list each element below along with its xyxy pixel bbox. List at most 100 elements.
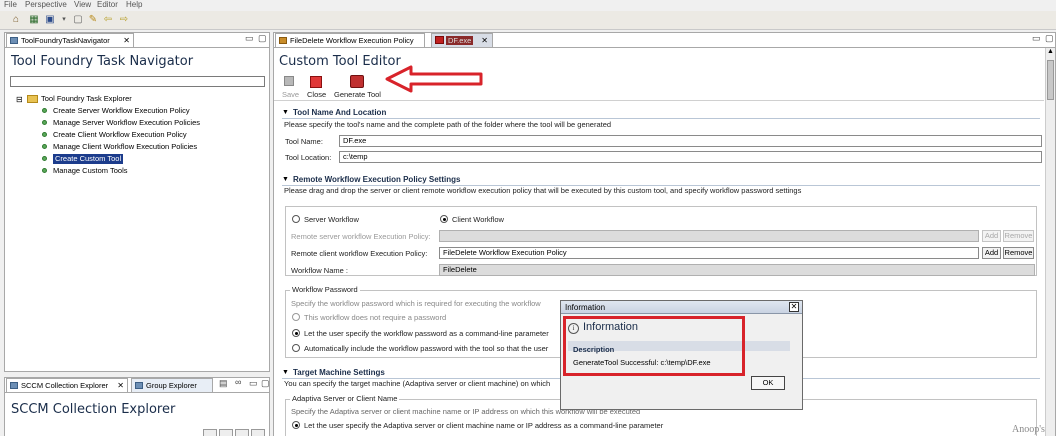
save-button[interactable] — [282, 75, 296, 89]
tab-label: ToolFoundryTaskNavigator — [21, 36, 110, 45]
tree-item[interactable]: Manage Client Workflow Execution Policie… — [53, 142, 197, 152]
folder-icon — [27, 95, 38, 103]
divider — [274, 47, 1055, 48]
menu-perspective[interactable]: Perspective — [25, 0, 67, 10]
tree-item[interactable]: Manage Server Workflow Execution Policie… — [53, 118, 200, 128]
include-password-radio[interactable] — [292, 344, 300, 352]
client-workflow-radio[interactable] — [440, 215, 448, 223]
tab-filedelete-policy[interactable]: FileDelete Workflow Execution Policy — [275, 33, 425, 47]
save-label: Save — [282, 90, 300, 99]
view-menu-icon[interactable]: ▤ — [219, 378, 228, 389]
include-password-label: Automatically include the workflow passw… — [304, 344, 549, 353]
minimize-icon[interactable]: ▭ — [1032, 33, 1041, 44]
close-label: Close — [307, 90, 327, 99]
pencil-icon[interactable]: ✎ — [87, 14, 99, 26]
section-title-target-machine: Target Machine Settings — [293, 368, 385, 377]
maximize-icon[interactable]: ▢ — [1045, 33, 1054, 44]
user-password-radio[interactable] — [292, 329, 300, 337]
client-remove-button[interactable]: Remove — [1003, 247, 1034, 259]
user-target-radio[interactable] — [292, 421, 300, 429]
menu-file[interactable]: File — [4, 0, 17, 10]
minimize-icon[interactable]: ▭ — [245, 33, 254, 44]
divider — [5, 47, 269, 48]
target-machine-title: Adaptiva Server or Client Name — [290, 394, 400, 403]
toolbar-button[interactable] — [203, 429, 217, 436]
tree-item[interactable]: Create Client Workflow Execution Policy — [53, 130, 187, 140]
close-icon[interactable]: ✕ — [481, 34, 488, 47]
tab-df-exe[interactable]: DF.exe ✕ — [431, 33, 493, 47]
client-policy-label: Remote client workflow Execution Policy: — [291, 249, 428, 258]
client-add-button[interactable]: Add — [982, 247, 1001, 259]
menu-help[interactable]: Help — [126, 0, 142, 10]
collapse-icon[interactable]: ⊟ — [16, 95, 23, 104]
workflow-password-title: Workflow Password — [290, 285, 360, 294]
server-remove-button[interactable]: Remove — [1003, 230, 1034, 242]
menu-view[interactable]: View — [74, 0, 91, 10]
maximize-icon[interactable]: ▢ — [258, 33, 267, 44]
tree-root[interactable]: Tool Foundry Task Explorer — [41, 94, 132, 104]
tree-item-icon — [42, 132, 47, 137]
annotation-arrow — [385, 65, 483, 93]
user-password-label: Let the user specify the workflow passwo… — [304, 329, 549, 338]
tree-item-icon — [42, 144, 47, 149]
section-toggle-icon[interactable]: ▼ — [282, 176, 289, 183]
section-title-tool-name: Tool Name And Location — [293, 108, 387, 117]
section-description: Please drag and drop the server or clien… — [284, 186, 802, 195]
ok-button[interactable]: OK — [751, 376, 785, 390]
no-password-radio[interactable] — [292, 313, 300, 321]
server-policy-label: Remote server workflow Execution Policy: — [291, 232, 431, 241]
sccm-collection-panel: SCCM Collection Explorer ✕ Group Explore… — [4, 377, 270, 436]
server-policy-input[interactable] — [439, 230, 979, 242]
client-policy-input[interactable]: FileDelete Workflow Execution Policy — [439, 247, 979, 259]
workflow-name-input[interactable]: FileDelete — [439, 264, 1035, 276]
server-workflow-label: Server Workflow — [304, 215, 359, 224]
generate-tool-button[interactable] — [350, 75, 364, 88]
section-toggle-icon[interactable]: ▼ — [282, 369, 289, 376]
tab-label: Group Explorer — [146, 381, 197, 390]
maximize-icon[interactable]: ▢ — [261, 378, 270, 389]
tab-group-explorer[interactable]: Group Explorer — [131, 378, 213, 392]
close-button[interactable] — [310, 76, 322, 88]
tab-sccm-collection-explorer[interactable]: SCCM Collection Explorer ✕ — [6, 378, 128, 392]
back-arrow-icon[interactable]: ⇦ — [102, 14, 114, 26]
close-icon[interactable]: ✕ — [117, 379, 124, 392]
tree-item[interactable]: Create Server Workflow Execution Policy — [53, 106, 190, 116]
tool-location-input[interactable]: c:\temp — [339, 151, 1042, 163]
close-icon[interactable]: ✕ — [789, 302, 799, 312]
tool-name-input[interactable]: DF.exe — [339, 135, 1042, 147]
tool-name-label: Tool Name: — [285, 137, 323, 146]
navigator-tab-icon — [10, 37, 18, 44]
scroll-up-icon[interactable]: ▲ — [1047, 48, 1054, 55]
tool-tab-icon — [435, 36, 444, 44]
save-icon — [284, 76, 294, 86]
forward-arrow-icon[interactable]: ⇨ — [118, 14, 130, 26]
divider — [282, 118, 1040, 119]
vertical-scrollbar[interactable]: ▲ — [1045, 48, 1055, 436]
dropdown-icon[interactable]: ▾ — [58, 14, 70, 26]
server-workflow-radio[interactable] — [292, 215, 300, 223]
scroll-thumb[interactable] — [1047, 60, 1054, 100]
dialog-titlebar[interactable]: Information ✕ — [561, 301, 802, 314]
filter-input[interactable] — [10, 76, 265, 87]
tree-item[interactable]: Manage Custom Tools — [53, 166, 127, 176]
tree-item-icon — [42, 120, 47, 125]
minimize-icon[interactable]: ▭ — [249, 378, 258, 389]
main-toolbar: ⌂ ▦ ▣ ▾ ▢ ✎ ⇦ ⇨ — [0, 11, 1056, 30]
window-icon[interactable]: ▣ — [44, 14, 56, 26]
tab-label: DF.exe — [446, 36, 474, 45]
grid-icon[interactable]: ▦ — [28, 14, 40, 26]
toolbar-button[interactable] — [251, 429, 265, 436]
watermark: Anoop's — [1012, 424, 1045, 435]
tree-item[interactable]: Create Custom Tool — [53, 154, 124, 164]
overflow-icon[interactable]: ∞ — [235, 377, 241, 387]
section-toggle-icon[interactable]: ▼ — [282, 109, 289, 116]
tree-item-icon — [42, 156, 47, 161]
home-icon[interactable]: ⌂ — [10, 14, 22, 26]
server-add-button[interactable]: Add — [982, 230, 1001, 242]
tab-tool-foundry-navigator[interactable]: ToolFoundryTaskNavigator ✕ — [6, 33, 134, 47]
toolbar-button[interactable] — [235, 429, 249, 436]
menu-editor[interactable]: Editor — [97, 0, 118, 10]
page-icon[interactable]: ▢ — [72, 14, 84, 26]
close-icon[interactable]: ✕ — [123, 34, 130, 47]
toolbar-button[interactable] — [219, 429, 233, 436]
